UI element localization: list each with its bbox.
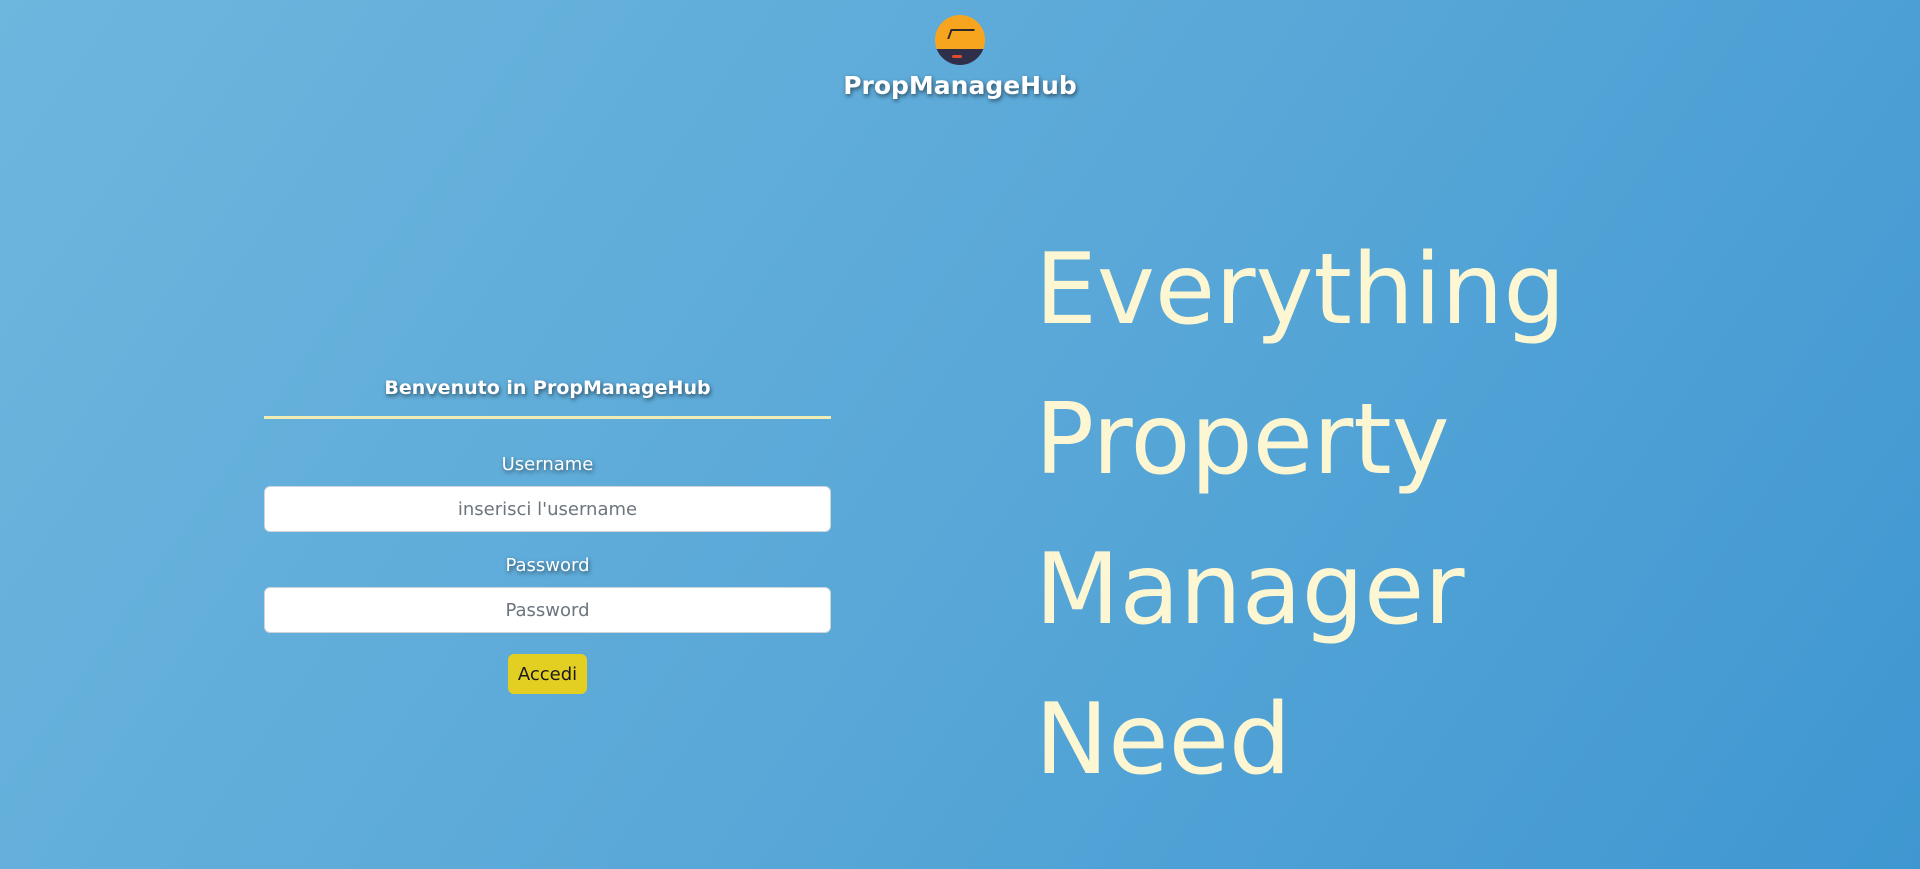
login-form: Benvenuto in PropManageHub Username Pass…: [264, 374, 831, 694]
divider: [264, 416, 831, 419]
tagline-line: Manager: [1035, 533, 1465, 647]
house-roof-icon: [947, 29, 975, 39]
username-input[interactable]: [264, 486, 831, 532]
login-button[interactable]: Accedi: [507, 654, 588, 694]
logo-accent: [952, 55, 962, 58]
username-label: Username: [501, 454, 594, 475]
tagline-line: Need: [1035, 683, 1292, 797]
brand-name: PropManageHub: [843, 71, 1077, 100]
password-input[interactable]: [264, 587, 831, 633]
tagline-line: Property: [1035, 383, 1450, 497]
logo-icon: [935, 15, 985, 65]
welcome-heading: Benvenuto in PropManageHub: [384, 377, 711, 399]
tagline: Everything Property Manager Need: [1035, 215, 1566, 815]
password-label: Password: [505, 555, 590, 576]
tagline-line: Everything: [1035, 233, 1566, 347]
app-header: PropManageHub: [0, 15, 1920, 100]
